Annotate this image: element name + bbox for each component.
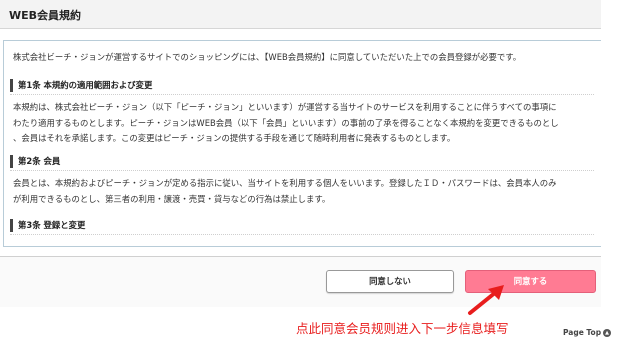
section-divider [10, 234, 594, 235]
disagree-button[interactable]: 同意しない [326, 270, 454, 293]
page-top-link[interactable]: Page Top ▲ [563, 328, 612, 337]
section-line: わたり適用するものとします。ピーチ・ジョンはWEB会員（以下「会員」といいます）… [13, 117, 559, 128]
arrow-up-icon: ▲ [603, 329, 612, 337]
terms-panel[interactable]: 株式会社ビーチ・ジョンが運営するサイトでのショッピングには、【WEB会員規約】に… [3, 40, 602, 247]
section-divider [10, 170, 594, 171]
annotation-text: 点此同意会员规则进入下一步信息填写 [296, 321, 509, 336]
section-divider [10, 94, 594, 95]
section-line: 、会員はそれを承諾します。この変更はピーチ・ジョンの提供する手段を通じて随時利用… [13, 133, 456, 143]
section-line: が利用できるものとし、第三者の利用・譲渡・売買・貸与などの行為は禁止します。 [13, 193, 331, 204]
section-line: 会員とは、本規約およびピーチ・ジョンが定める指示に従い、当サイトを利用する個人を… [13, 178, 557, 188]
page-header: WEB会員規約 [0, 0, 601, 29]
scrollbar[interactable] [601, 0, 618, 345]
page-top-label: Page Top [563, 328, 602, 337]
section-heading-3: 第3条 登録と変更 [10, 219, 602, 232]
section-line: 本規約は、株式会社ピーチ・ジョン（以下「ピーチ・ジョン」といいます）が運営する当… [13, 102, 557, 112]
terms-intro: 株式会社ビーチ・ジョンが運営するサイトでのショッピングには、【WEB会員規約】に… [13, 52, 522, 62]
page-title: WEB会員規約 [9, 9, 82, 22]
section-body-1: 本規約は、株式会社ピーチ・ジョン（以下「ピーチ・ジョン」といいます）が運営する当… [13, 100, 595, 147]
red-arrow-icon [468, 285, 504, 315]
section-body-2: 会員とは、本規約およびピーチ・ジョンが定める指示に従い、当サイトを利用する個人を… [13, 176, 595, 207]
section-heading-2: 第2条 会員 [10, 155, 602, 168]
section-heading-1: 第1条 本規約の適用範囲および変更 [10, 79, 602, 92]
